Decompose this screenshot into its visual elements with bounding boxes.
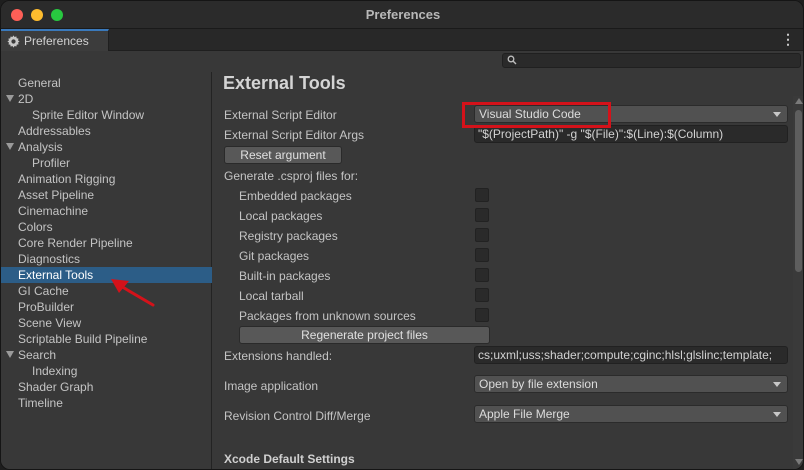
scroll-up-icon[interactable] <box>795 98 803 104</box>
sidebar-item-label: Animation Rigging <box>18 172 116 186</box>
scrollbar-thumb[interactable] <box>795 110 802 272</box>
sidebar-item-label: Diagnostics <box>18 252 81 266</box>
sidebar-item-label: Analysis <box>18 140 63 154</box>
package-label: Local tarball <box>239 289 304 303</box>
window-title: Preferences <box>365 7 441 22</box>
image-application-dropdown[interactable]: Open by file extension <box>474 375 788 393</box>
revision-control-value: Apple File Merge <box>479 407 570 421</box>
package-checkbox[interactable] <box>475 188 489 202</box>
sidebar-item-asset-pipeline[interactable]: Asset Pipeline <box>1 187 212 203</box>
sidebar-item-label: Core Render Pipeline <box>18 236 133 250</box>
sidebar-item-label: Scene View <box>18 316 82 330</box>
package-label: Packages from unknown sources <box>239 309 416 323</box>
sidebar-item-label: Asset Pipeline <box>18 188 95 202</box>
sidebar-item-label: Cinemachine <box>18 204 89 218</box>
csproj-heading: Generate .csproj files for: <box>224 169 359 183</box>
title-bar: Preferences <box>1 1 803 29</box>
sidebar-item-label: External Tools <box>18 268 94 282</box>
preferences-window: Preferences Preferences ⋮ General 2D Sprit… <box>0 0 804 470</box>
package-checkbox[interactable] <box>475 308 489 322</box>
sidebar-item-label: ProBuilder <box>18 300 75 314</box>
sidebar-item-core-render-pipeline[interactable]: Core Render Pipeline <box>1 235 212 251</box>
sidebar-item-diagnostics[interactable]: Diagnostics <box>1 251 212 267</box>
package-label: Built-in packages <box>239 269 331 283</box>
sidebar-item-probuilder[interactable]: ProBuilder <box>1 299 212 315</box>
expand-arrow-icon[interactable] <box>6 143 14 150</box>
search-icon <box>507 55 517 65</box>
sidebar-item-addressables[interactable]: Addressables <box>1 123 212 139</box>
search-row <box>1 51 803 71</box>
sidebar-item-label: Timeline <box>18 396 63 410</box>
sidebar-item-search[interactable]: Search <box>1 347 212 363</box>
script-editor-label: External Script Editor <box>224 108 337 122</box>
page-title: External Tools <box>223 73 346 93</box>
image-application-label: Image application <box>224 379 319 393</box>
sidebar-item-scene-view[interactable]: Scene View <box>1 315 212 331</box>
revision-control-label: Revision Control Diff/Merge <box>224 409 371 423</box>
sidebar-item-general[interactable]: General <box>1 75 212 91</box>
sidebar-item-animation-rigging[interactable]: Animation Rigging <box>1 171 212 187</box>
sidebar-item-label: Colors <box>18 220 53 234</box>
image-application-value: Open by file extension <box>479 377 598 391</box>
sidebar-item-label: Search <box>18 348 57 362</box>
xcode-settings-heading: Xcode Default Settings <box>224 452 355 466</box>
sidebar-item-external-tools[interactable]: External Tools <box>1 267 212 283</box>
sidebar-item-label: 2D <box>18 92 34 106</box>
sidebar-item-shader-graph[interactable]: Shader Graph <box>1 379 212 395</box>
annotation-arrow-icon <box>111 279 155 307</box>
regenerate-project-files-button[interactable]: Regenerate project files <box>239 326 490 344</box>
sidebar-item-2d[interactable]: 2D <box>1 91 212 107</box>
sidebar-item-label: Sprite Editor Window <box>32 108 145 122</box>
package-checkbox[interactable] <box>475 288 489 302</box>
sidebar-item-label: Indexing <box>32 364 78 378</box>
tab-label: Preferences <box>24 34 89 48</box>
more-options-icon[interactable]: ⋮ <box>781 32 795 46</box>
sidebar-item-label: Addressables <box>18 124 91 138</box>
search-input[interactable] <box>502 53 801 68</box>
sidebar-item-label: General <box>18 76 61 90</box>
tab-bar: Preferences ⋮ <box>1 29 803 51</box>
script-editor-args-label: External Script Editor Args <box>224 128 365 142</box>
sidebar-item-label: GI Cache <box>18 284 69 298</box>
sidebar-item-label: Scriptable Build Pipeline <box>18 332 148 346</box>
sidebar-item-label: Shader Graph <box>18 380 94 394</box>
package-checkbox[interactable] <box>475 228 489 242</box>
preferences-sidebar: General 2D Sprite Editor Window Addressable… <box>1 72 212 469</box>
sidebar-item-colors[interactable]: Colors <box>1 219 212 235</box>
revision-control-dropdown[interactable]: Apple File Merge <box>474 405 788 423</box>
package-checkbox[interactable] <box>475 268 489 282</box>
sidebar-item-sprite-editor-window[interactable]: Sprite Editor Window <box>1 107 212 123</box>
chevron-down-icon <box>773 412 781 417</box>
package-label: Registry packages <box>239 229 338 243</box>
reset-argument-button[interactable]: Reset argument <box>224 146 342 164</box>
sidebar-item-indexing[interactable]: Indexing <box>1 363 212 379</box>
extensions-field[interactable]: cs;uxml;uss;shader;compute;cginc;hlsl;gl… <box>474 346 788 364</box>
chevron-down-icon <box>773 382 781 387</box>
expand-arrow-icon[interactable] <box>6 351 14 358</box>
chevron-down-icon <box>773 112 781 117</box>
package-checkbox[interactable] <box>475 208 489 222</box>
sidebar-item-profiler[interactable]: Profiler <box>1 155 212 171</box>
expand-arrow-icon[interactable] <box>6 95 14 102</box>
package-label: Git packages <box>239 249 310 263</box>
package-checkbox[interactable] <box>475 248 489 262</box>
highlight-box <box>462 102 611 128</box>
package-label: Embedded packages <box>239 189 352 203</box>
sidebar-item-cinemachine[interactable]: Cinemachine <box>1 203 212 219</box>
settings-panel: External Tools External Script Editor Vi… <box>213 72 803 469</box>
sidebar-item-gi-cache[interactable]: GI Cache <box>1 283 212 299</box>
gear-icon <box>7 34 20 48</box>
sidebar-item-analysis[interactable]: Analysis <box>1 139 212 155</box>
tab-preferences[interactable]: Preferences <box>1 29 109 51</box>
sidebar-item-scriptable-build-pipeline[interactable]: Scriptable Build Pipeline <box>1 331 212 347</box>
package-label: Local packages <box>239 209 323 223</box>
scroll-down-icon[interactable] <box>795 459 803 465</box>
extensions-label: Extensions handled: <box>224 349 333 363</box>
sidebar-item-label: Profiler <box>32 156 71 170</box>
sidebar-item-timeline[interactable]: Timeline <box>1 395 212 411</box>
